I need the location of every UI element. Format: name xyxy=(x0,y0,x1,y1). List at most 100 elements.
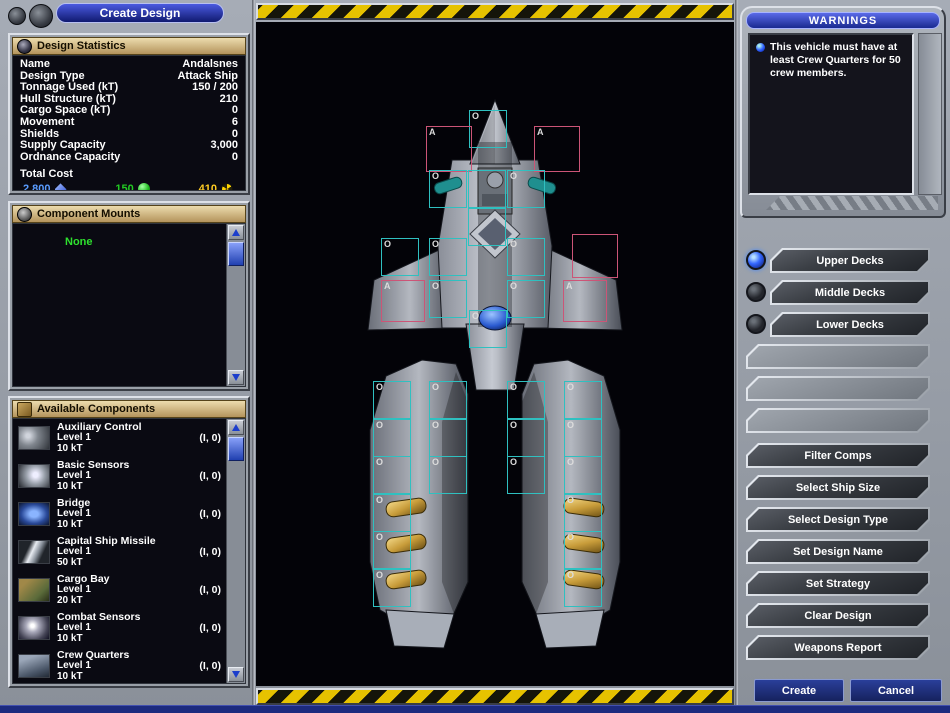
component-size: 10 kT xyxy=(57,444,199,455)
component-level: Level 1 xyxy=(57,471,199,482)
ship-slot[interactable]: O xyxy=(507,280,545,318)
deck-radio-lower-decks[interactable] xyxy=(746,314,766,334)
scrollbar-thumb[interactable] xyxy=(228,242,244,266)
gear-icon[interactable] xyxy=(29,4,53,28)
hazard-stripe-top xyxy=(256,3,734,20)
slot-letter: O xyxy=(510,281,517,291)
stats-rows: NameAndalsnesDesign TypeAttack ShipTonna… xyxy=(13,56,245,163)
button-label: Weapons Report xyxy=(746,635,930,660)
ship-slot[interactable]: O xyxy=(429,170,467,208)
scroll-down-button[interactable] xyxy=(228,370,244,385)
ship-slot[interactable]: O xyxy=(507,456,545,494)
ship-slot[interactable]: O xyxy=(564,531,602,569)
warnings-scrollbar-gutter xyxy=(918,33,942,195)
warnings-title: WARNINGS xyxy=(746,12,940,29)
ship-slot[interactable]: O xyxy=(564,494,602,532)
component-list-item[interactable]: BridgeLevel 110 kT(I, 0) xyxy=(13,495,245,533)
filter-comps-button[interactable]: Filter Comps xyxy=(746,443,930,468)
cargo-bay-icon xyxy=(18,578,50,602)
ship-slot[interactable]: A xyxy=(381,280,425,322)
ship-slot[interactable] xyxy=(468,208,506,246)
ship-slot[interactable]: O xyxy=(373,531,411,569)
ship-slot[interactable]: O xyxy=(373,494,411,532)
ship-slot[interactable]: O xyxy=(429,456,467,494)
ship-slot[interactable]: O xyxy=(564,381,602,419)
slot-letter: O xyxy=(567,570,574,580)
component-list-item[interactable]: Capital Ship MissileLevel 150 kT(I, 0) xyxy=(13,533,245,571)
scroll-up-button[interactable] xyxy=(228,225,244,240)
deck-radio-middle-decks[interactable] xyxy=(746,282,766,302)
component-list-item[interactable]: Cargo BayLevel 120 kT(I, 0) xyxy=(13,571,245,609)
selected-mount[interactable]: None xyxy=(65,236,93,248)
stat-row: Ordnance Capacity0 xyxy=(13,152,245,164)
ship-slot[interactable]: A xyxy=(426,126,472,172)
design-statistics-panel: Design Statistics NameAndalsnesDesign Ty… xyxy=(8,33,250,195)
stat-value: 6 xyxy=(232,117,238,129)
stat-label: Ordnance Capacity xyxy=(20,152,120,164)
component-list-item[interactable]: Auxiliary ControlLevel 110 kT(I, 0) xyxy=(13,419,245,457)
slot-letter: O xyxy=(376,382,383,392)
slot-letter: O xyxy=(510,239,517,249)
empty-deck-slot[interactable] xyxy=(746,408,930,433)
scroll-down-icon xyxy=(232,671,240,682)
clear-design-button[interactable]: Clear Design xyxy=(746,603,930,628)
ship-slot[interactable]: O xyxy=(373,456,411,494)
ship-slot[interactable]: O xyxy=(507,381,545,419)
ship-slot[interactable]: O xyxy=(564,456,602,494)
slot-letter: O xyxy=(510,382,517,392)
ship-slot[interactable]: O xyxy=(429,280,467,318)
ship-slot[interactable]: O xyxy=(429,419,467,457)
ship-slot[interactable]: O xyxy=(507,170,545,208)
ship-slot[interactable]: O xyxy=(564,419,602,457)
cancel-button[interactable]: Cancel xyxy=(850,679,942,702)
select-design-type-button[interactable]: Select Design Type xyxy=(746,507,930,532)
empty-deck-slot[interactable] xyxy=(746,344,930,369)
component-list-item[interactable]: Basic SensorsLevel 110 kT(I, 0) xyxy=(13,457,245,495)
ship-slot[interactable] xyxy=(468,170,506,208)
scroll-up-button[interactable] xyxy=(228,420,244,435)
component-list-item[interactable]: Combat SensorsLevel 110 kT(I, 0) xyxy=(13,609,245,647)
ship-slot[interactable]: A xyxy=(534,126,580,172)
scroll-down-button[interactable] xyxy=(228,667,244,682)
slot-letter: O xyxy=(432,281,439,291)
set-design-name-button[interactable]: Set Design Name xyxy=(746,539,930,564)
set-strategy-button[interactable]: Set Strategy xyxy=(746,571,930,596)
gear-icon[interactable] xyxy=(8,7,26,25)
warning-bullet-icon xyxy=(756,43,765,52)
ship-slot[interactable]: O xyxy=(373,419,411,457)
mounts-scrollbar[interactable] xyxy=(226,224,245,386)
ship-slot[interactable]: O xyxy=(469,310,507,348)
slot-letter: O xyxy=(510,457,517,467)
component-list: Auxiliary ControlLevel 110 kT(I, 0)Basic… xyxy=(13,419,245,684)
ship-slot[interactable]: O xyxy=(564,569,602,607)
components-scrollbar[interactable] xyxy=(226,419,245,683)
weapons-report-button[interactable]: Weapons Report xyxy=(746,635,930,660)
ship-slot[interactable]: O xyxy=(507,419,545,457)
empty-deck-slot[interactable] xyxy=(746,376,930,401)
bottom-edge-bar xyxy=(0,705,950,713)
crew-quarters-icon xyxy=(18,654,50,678)
ship-slot[interactable]: O xyxy=(429,238,467,276)
scrollbar-thumb[interactable] xyxy=(228,437,244,461)
deck-button-lower-decks[interactable]: Lower Decks xyxy=(770,312,930,337)
ship-slot[interactable]: O xyxy=(469,110,507,148)
ship-slot[interactable]: O xyxy=(373,381,411,419)
ship-slot[interactable]: O xyxy=(429,381,467,419)
ship-slot[interactable]: O xyxy=(373,569,411,607)
component-info: (I, 0) xyxy=(199,660,221,672)
deck-button-upper-decks[interactable]: Upper Decks xyxy=(770,248,930,273)
slot-letter: O xyxy=(432,382,439,392)
deck-button-middle-decks[interactable]: Middle Decks xyxy=(770,280,930,305)
ship-slot[interactable]: O xyxy=(507,238,545,276)
component-level: Level 1 xyxy=(57,547,199,558)
select-ship-size-button[interactable]: Select Ship Size xyxy=(746,475,930,500)
deck-radio-upper-decks[interactable] xyxy=(746,250,766,270)
component-list-item[interactable]: Crew QuartersLevel 110 kT(I, 0) xyxy=(13,647,245,684)
create-button[interactable]: Create xyxy=(754,679,844,702)
stat-label: Supply Capacity xyxy=(20,140,106,152)
ship-slot[interactable]: A xyxy=(563,280,607,322)
ship-slot[interactable] xyxy=(572,234,618,278)
ship-slot[interactable]: O xyxy=(381,238,419,276)
component-level: Level 1 xyxy=(57,623,199,634)
ship-design-viewport[interactable]: OAAOOOOOAOOAOOOOOOOOOOOOOOOOOOO xyxy=(256,22,734,686)
